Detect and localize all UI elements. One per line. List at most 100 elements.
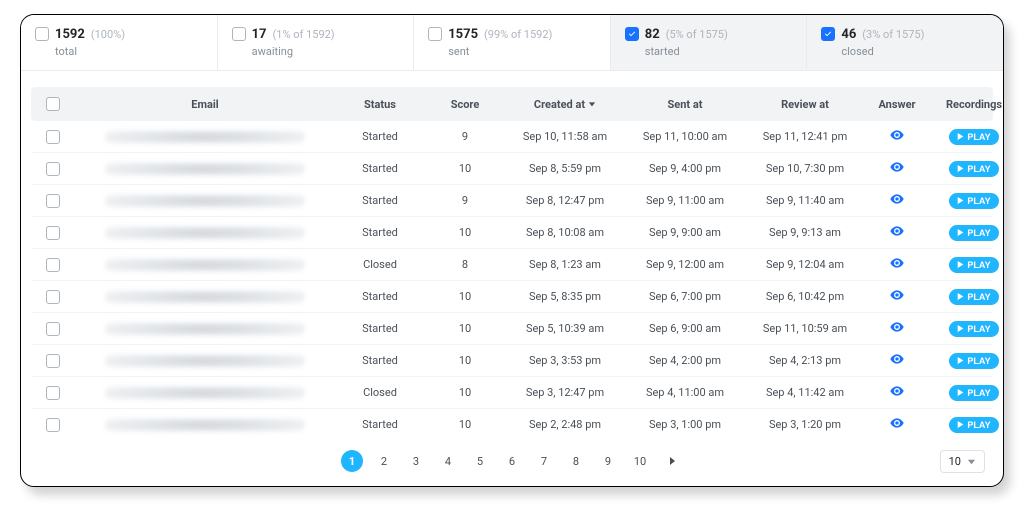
filter-pct: (1% of 1592) [273,29,335,40]
col-created[interactable]: Created at [505,98,625,111]
cell-review: Sep 9, 12:04 am [745,258,865,271]
page-next[interactable] [661,450,683,472]
view-answer-button[interactable] [889,415,905,434]
view-answer-button[interactable] [889,191,905,210]
play-button[interactable]: PLAY [949,289,998,305]
play-button[interactable]: PLAY [949,321,998,337]
page-4[interactable]: 4 [437,450,459,472]
filter-checkbox[interactable] [35,27,49,41]
play-button[interactable]: PLAY [949,385,998,401]
filter-checkbox[interactable] [428,27,442,41]
view-answer-button[interactable] [889,127,905,146]
page-1[interactable]: 1 [341,450,363,472]
view-answer-button[interactable] [889,223,905,242]
page-8[interactable]: 8 [565,450,587,472]
email-redacted [105,290,305,304]
row-checkbox[interactable] [46,194,60,208]
cell-score: 10 [425,386,505,399]
cell-review: Sep 10, 7:30 pm [745,162,865,175]
cell-sent: Sep 4, 2:00 pm [625,354,745,367]
view-answer-button[interactable] [889,383,905,402]
row-checkbox[interactable] [46,322,60,336]
cell-answer [865,415,929,434]
col-review[interactable]: Review at [745,98,865,111]
col-status[interactable]: Status [335,98,425,111]
eye-icon [889,159,905,175]
page-10[interactable]: 10 [629,450,651,472]
view-answer-button[interactable] [889,255,905,274]
row-checkbox[interactable] [46,226,60,240]
filter-checkbox[interactable] [625,27,639,41]
table-row: Started 9 Sep 10, 11:58 am Sep 11, 10:00… [31,121,993,153]
filter-started[interactable]: 82 (5% of 1575) started [611,15,808,71]
play-button[interactable]: PLAY [949,417,998,433]
play-button[interactable]: PLAY [949,161,998,177]
cell-status: Started [335,322,425,335]
view-answer-button[interactable] [889,351,905,370]
cell-status: Started [335,130,425,143]
eye-icon [889,223,905,239]
play-button[interactable]: PLAY [949,193,998,209]
select-all-checkbox[interactable] [46,97,60,111]
play-button[interactable]: PLAY [949,257,998,273]
cell-recordings: PLAY [929,289,1004,305]
page-2[interactable]: 2 [373,450,395,472]
cell-status: Started [335,162,425,175]
cell-answer [865,383,929,402]
filter-count: 1592 [55,28,85,41]
eye-icon [889,319,905,335]
row-checkbox[interactable] [46,258,60,272]
view-answer-button[interactable] [889,287,905,306]
filter-bar: 1592 (100%) total 17 (1% of 1592) awaiti… [21,15,1003,71]
row-checkbox[interactable] [46,354,60,368]
play-button[interactable]: PLAY [949,225,998,241]
play-icon [957,197,964,204]
cell-created: Sep 8, 5:59 pm [505,162,625,175]
view-answer-button[interactable] [889,319,905,338]
cell-score: 10 [425,290,505,303]
cell-email [75,162,335,176]
col-email[interactable]: Email [75,98,335,111]
row-checkbox[interactable] [46,290,60,304]
table-row: Started 10 Sep 2, 2:48 pm Sep 3, 1:00 pm… [31,409,993,440]
cell-recordings: PLAY [929,225,1004,241]
row-checkbox[interactable] [46,386,60,400]
filter-awaiting[interactable]: 17 (1% of 1592) awaiting [218,15,415,71]
email-redacted [105,194,305,208]
col-sent[interactable]: Sent at [625,98,745,111]
cell-recordings: PLAY [929,257,1004,273]
filter-checkbox[interactable] [821,27,835,41]
select-all-cell [31,97,75,111]
row-checkbox[interactable] [46,130,60,144]
table-body: Started 9 Sep 10, 11:58 am Sep 11, 10:00… [31,121,993,440]
cell-recordings: PLAY [929,385,1004,401]
page-size-select[interactable]: 10 [940,450,985,473]
table-row: Started 9 Sep 8, 12:47 pm Sep 9, 11:00 a… [31,185,993,217]
cell-review: Sep 4, 2:13 pm [745,354,865,367]
page-7[interactable]: 7 [533,450,555,472]
cell-score: 10 [425,354,505,367]
email-redacted [105,386,305,400]
page-9[interactable]: 9 [597,450,619,472]
eye-icon [889,255,905,271]
play-button[interactable]: PLAY [949,129,998,145]
view-answer-button[interactable] [889,159,905,178]
cell-answer [865,319,929,338]
col-score[interactable]: Score [425,98,505,111]
cell-sent: Sep 6, 9:00 am [625,322,745,335]
page-5[interactable]: 5 [469,450,491,472]
page-6[interactable]: 6 [501,450,523,472]
filter-closed[interactable]: 46 (3% of 1575) closed [807,15,1003,71]
play-label: PLAY [967,260,990,270]
row-checkbox[interactable] [46,418,60,432]
filter-checkbox[interactable] [232,27,246,41]
play-label: PLAY [967,356,990,366]
filter-total[interactable]: 1592 (100%) total [21,15,218,71]
row-checkbox[interactable] [46,162,60,176]
play-button[interactable]: PLAY [949,353,998,369]
filter-sent[interactable]: 1575 (99% of 1592) sent [414,15,611,71]
cell-created: Sep 5, 10:39 am [505,322,625,335]
cell-created: Sep 3, 12:47 pm [505,386,625,399]
play-icon [957,165,964,172]
page-3[interactable]: 3 [405,450,427,472]
